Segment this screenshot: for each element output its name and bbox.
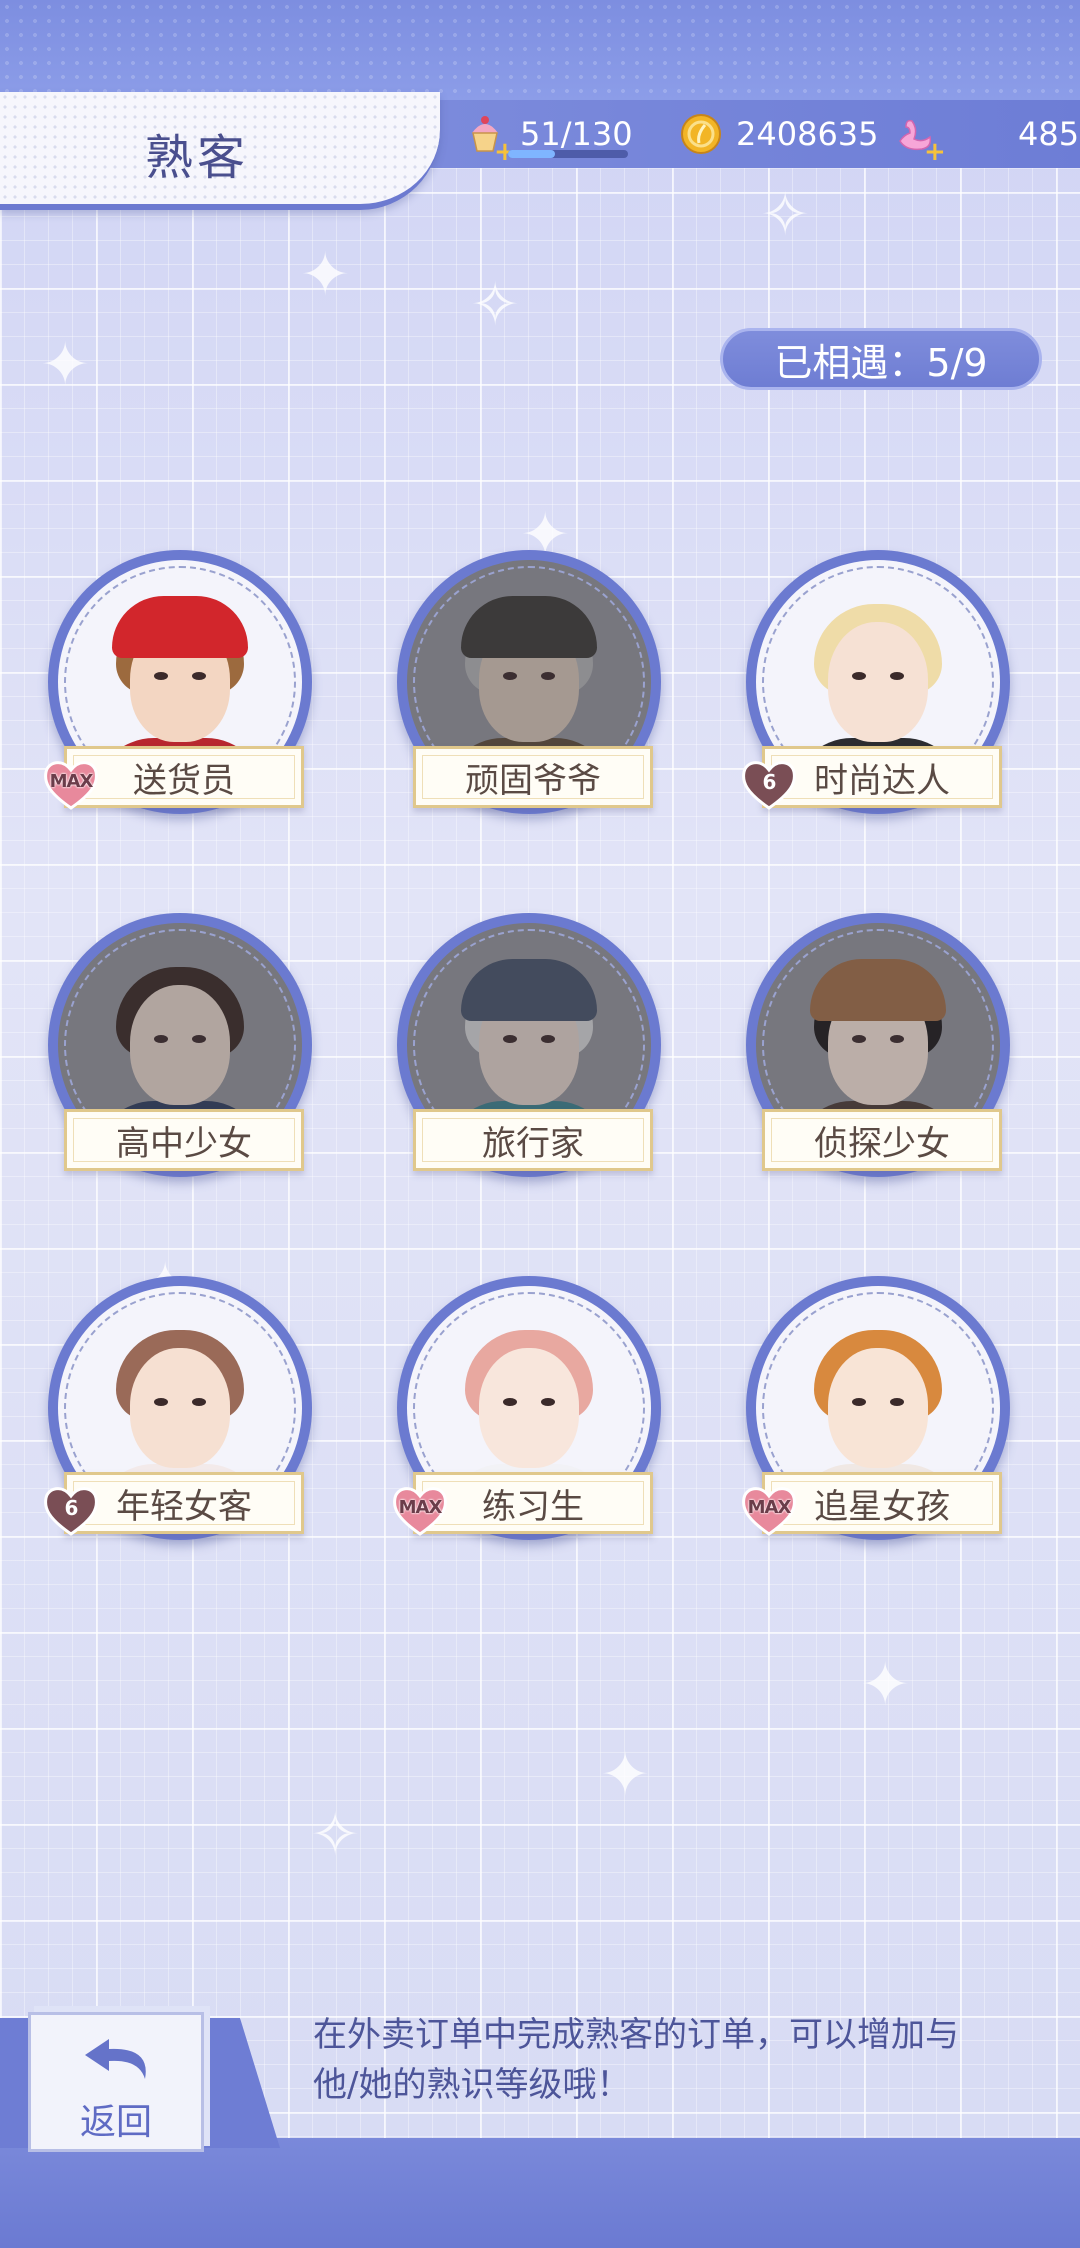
figure-eye: [852, 1035, 866, 1043]
figure-hair: [814, 967, 942, 1057]
figure-hat: [461, 596, 597, 658]
figure-face: [479, 1348, 579, 1468]
figure-hair: [116, 1330, 244, 1420]
figure-eye: [541, 1398, 555, 1406]
figure-face: [828, 1348, 928, 1468]
figure-face: [479, 622, 579, 742]
customer-card[interactable]: 侦探少女: [742, 913, 1022, 1203]
coin-resource[interactable]: 2408635: [678, 108, 879, 160]
figure-eye: [192, 672, 206, 680]
gem-value: 485: [1018, 115, 1080, 153]
footer-band: [0, 2138, 1080, 2248]
figure-hair: [465, 967, 593, 1057]
back-label: 返回: [79, 2102, 152, 2143]
figure-hair: [814, 604, 942, 694]
level-heart-icon: 6: [42, 1484, 100, 1536]
figure-face: [130, 985, 230, 1105]
customer-card[interactable]: 练习生 MAX: [393, 1276, 673, 1566]
figure-face: [130, 622, 230, 742]
sparkle-decoration: ✦: [40, 330, 91, 400]
figure-hair: [116, 967, 244, 1057]
customer-name: 练习生: [413, 1472, 653, 1534]
customer-card[interactable]: 追星女孩 MAX: [742, 1276, 1022, 1566]
customer-card[interactable]: 顽固爷爷: [393, 550, 673, 840]
customer-card[interactable]: 旅行家: [393, 913, 673, 1203]
figure-eye: [541, 672, 555, 680]
back-button[interactable]: 返回: [28, 2012, 204, 2152]
page-title: 熟客: [145, 130, 250, 186]
level-badge-text: 6: [64, 1496, 79, 1520]
figure-face: [828, 985, 928, 1105]
level-heart-icon: 6: [740, 758, 798, 810]
swan-icon: +: [892, 111, 946, 165]
customer-name: 年轻女客: [64, 1472, 304, 1534]
figure-face: [828, 622, 928, 742]
figure-eye: [154, 1398, 168, 1406]
gem-resource[interactable]: + 485: [892, 108, 1080, 165]
max-heart-icon: MAX: [391, 1484, 449, 1536]
figure-hair: [465, 604, 593, 694]
plus-icon[interactable]: +: [924, 139, 946, 165]
customer-name: 追星女孩: [762, 1472, 1002, 1534]
figure-eye: [503, 672, 517, 680]
max-heart-icon: MAX: [42, 758, 100, 810]
customer-card[interactable]: 年轻女客 6: [44, 1276, 324, 1566]
coin-value: 2408635: [736, 115, 879, 153]
max-heart-icon: MAX: [740, 1484, 798, 1536]
figure-eye: [503, 1398, 517, 1406]
figure-eye: [154, 1035, 168, 1043]
figure-eye: [192, 1398, 206, 1406]
coin-icon: [678, 111, 724, 157]
level-badge-text: MAX: [398, 1497, 443, 1518]
figure-eye: [192, 1035, 206, 1043]
customer-card[interactable]: 时尚达人 6: [742, 550, 1022, 840]
return-arrow-icon: [85, 2039, 146, 2079]
customer-name: 侦探少女: [762, 1109, 1002, 1171]
customer-name: 顽固爷爷: [413, 746, 653, 808]
figure-eye: [541, 1035, 555, 1043]
figure-face: [130, 1348, 230, 1468]
customer-name: 时尚达人: [762, 746, 1002, 808]
stamina-value: 51/130: [520, 115, 633, 153]
customer-name: 旅行家: [413, 1109, 653, 1171]
sparkle-decoration: ✦: [600, 1740, 651, 1810]
figure-face: [479, 985, 579, 1105]
hint-text: 在外卖订单中完成熟客的订单，可以增加与 他/她的熟识等级哦！: [313, 2010, 1033, 2110]
stamina-progress-track: [508, 150, 628, 158]
figure-hair: [465, 1330, 593, 1420]
customer-card[interactable]: 送货员 MAX: [44, 550, 324, 840]
cupcake-icon: +: [462, 111, 516, 165]
sparkle-decoration: ✦: [300, 240, 351, 310]
figure-hat: [112, 596, 248, 658]
customer-name: 送货员: [64, 746, 304, 808]
hint-line: 在外卖订单中完成熟客的订单，可以增加与: [313, 2015, 959, 2055]
figure-eye: [154, 672, 168, 680]
sparkle-decoration: ✧: [470, 270, 521, 340]
figure-hat: [810, 959, 946, 1021]
sparkle-decoration: ✧: [310, 1800, 361, 1870]
customer-name: 高中少女: [64, 1109, 304, 1171]
figure-eye: [503, 1035, 517, 1043]
figure-hair: [814, 1330, 942, 1420]
sparkle-decoration: ✧: [760, 180, 811, 250]
customer-card[interactable]: 高中少女: [44, 913, 324, 1203]
level-badge-text: 6: [762, 770, 777, 794]
level-badge-text: MAX: [747, 1497, 792, 1518]
figure-eye: [890, 672, 904, 680]
level-badge-text: MAX: [49, 771, 94, 792]
encounter-counter: 已相遇：5/9: [720, 328, 1042, 390]
figure-hat: [461, 959, 597, 1021]
figure-eye: [852, 1398, 866, 1406]
stamina-progress-fill: [508, 150, 556, 158]
figure-eye: [852, 672, 866, 680]
hint-line: 他/她的熟识等级哦！: [313, 2065, 631, 2105]
sparkle-decoration: ✦: [860, 1650, 911, 1720]
figure-eye: [890, 1035, 904, 1043]
figure-hair: [116, 604, 244, 694]
figure-eye: [890, 1398, 904, 1406]
